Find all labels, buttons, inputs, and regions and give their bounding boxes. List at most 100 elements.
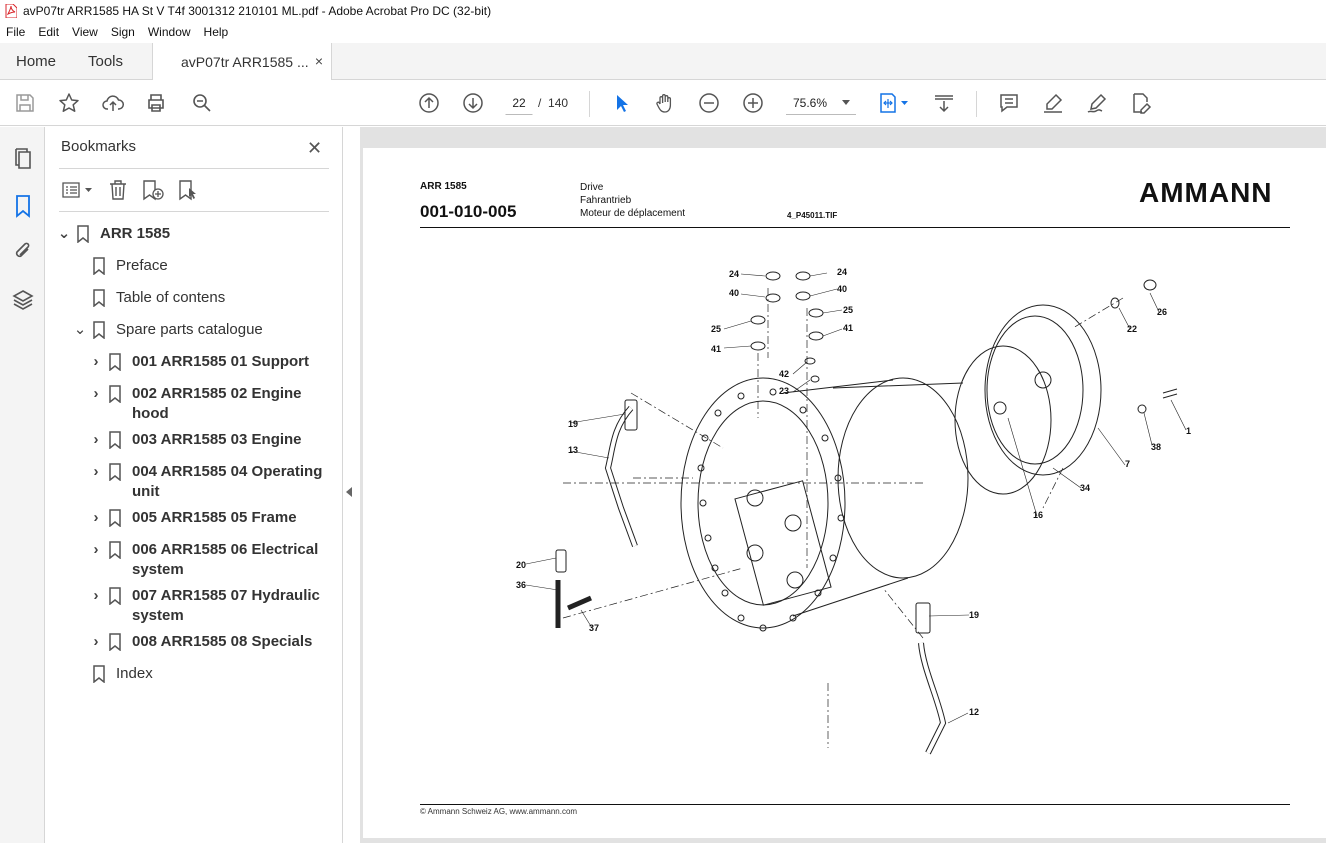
- zoom-out-icon[interactable]: [697, 91, 721, 115]
- tab-bar: Home Tools avP07tr ARR1585 ... ×: [0, 43, 1326, 80]
- options-menu-icon[interactable]: [61, 179, 95, 201]
- tab-home[interactable]: Home: [16, 53, 56, 70]
- callout-13: 13: [568, 445, 578, 455]
- bookmark-icon: [109, 463, 121, 481]
- bookmark-label: 005 ARR1585 05 Frame: [132, 509, 297, 526]
- bookmark-panel-icon[interactable]: [11, 194, 35, 218]
- next-page-icon[interactable]: [461, 91, 485, 115]
- bookmark-label: 008 ARR1585 08 Specials: [132, 633, 313, 650]
- motor-block: [734, 480, 832, 606]
- bookmark-005[interactable]: › 005 ARR1585 05 Frame: [89, 508, 332, 528]
- page-count: / 140: [538, 96, 569, 110]
- callout-24: 24: [837, 267, 847, 277]
- menu-sign[interactable]: Sign: [105, 25, 142, 39]
- chevron-right-icon[interactable]: ›: [89, 430, 103, 450]
- zoom-search-icon[interactable]: [190, 91, 214, 115]
- bookmark-001[interactable]: › 001 ARR1585 01 Support: [89, 352, 332, 372]
- menu-help[interactable]: Help: [198, 25, 236, 39]
- bookmarks-panel: Bookmarks ✕ ⌄ ARR 1585 Preface Table of …: [45, 127, 343, 843]
- layers-icon[interactable]: [11, 288, 35, 312]
- bookmark-label: 002 ARR1585 02 Engine hood: [132, 385, 302, 422]
- bookmark-index[interactable]: Index: [73, 664, 316, 684]
- bookmark-spare-parts-catalogue[interactable]: ⌄ Spare parts catalogue: [73, 320, 316, 340]
- upload-cloud-icon[interactable]: [101, 91, 125, 115]
- callout-22: 22: [1127, 324, 1137, 334]
- bookmark-003[interactable]: › 003 ARR1585 03 Engine: [89, 430, 332, 450]
- close-icon[interactable]: ✕: [307, 138, 322, 159]
- bookmark-icon: [93, 257, 105, 275]
- callout-36: 36: [516, 580, 526, 590]
- highlight-pen-icon[interactable]: [1041, 91, 1065, 115]
- previous-page-icon[interactable]: [417, 91, 441, 115]
- bookmark-search-icon[interactable]: [177, 179, 201, 201]
- chevron-right-icon[interactable]: ›: [89, 540, 103, 560]
- bookmark-icon: [77, 225, 89, 243]
- chevron-down-icon[interactable]: ⌄: [73, 320, 87, 340]
- chevron-right-icon[interactable]: ›: [89, 632, 103, 652]
- callout-25: 25: [711, 324, 721, 334]
- drive-housing: [837, 377, 969, 579]
- panel-divider: [59, 211, 329, 212]
- collapse-panel-icon[interactable]: [346, 487, 352, 497]
- menu-bar: File Edit View Sign Window Help: [0, 22, 1326, 42]
- tab-tools[interactable]: Tools: [88, 53, 123, 70]
- comment-icon[interactable]: [997, 91, 1021, 115]
- bookmark-icon: [109, 431, 121, 449]
- menu-window[interactable]: Window: [142, 25, 198, 39]
- sign-pen-icon[interactable]: [1085, 91, 1109, 115]
- chevron-down-icon[interactable]: ⌄: [57, 224, 71, 244]
- save-icon[interactable]: [13, 91, 37, 115]
- tab-document[interactable]: avP07tr ARR1585 ... ×: [152, 43, 332, 80]
- bookmark-007[interactable]: › 007 ARR1585 07 Hydraulic system: [89, 586, 332, 626]
- callout-38: 38: [1151, 442, 1161, 452]
- scroll-mode-icon[interactable]: [932, 91, 956, 115]
- bookmark-icon: [109, 633, 121, 651]
- zoom-in-icon[interactable]: [741, 91, 765, 115]
- bookmark-icon: [93, 321, 105, 339]
- close-tab-icon[interactable]: ×: [315, 53, 323, 69]
- callout-24: 24: [729, 269, 739, 279]
- callout-1: 1: [1186, 426, 1191, 436]
- fit-page-icon[interactable]: [876, 91, 912, 115]
- callout-23: 23: [779, 386, 789, 396]
- bookmark-004[interactable]: › 004 ARR1585 04 Operating unit: [89, 462, 337, 502]
- callout-37: 37: [589, 623, 599, 633]
- page-thumbnails-icon[interactable]: [11, 147, 35, 171]
- bookmark-table-of-contents[interactable]: Table of contens: [73, 288, 316, 308]
- chevron-right-icon[interactable]: ›: [89, 508, 103, 528]
- star-icon[interactable]: [57, 91, 81, 115]
- callout-19: 19: [969, 610, 979, 620]
- chevron-right-icon[interactable]: ›: [89, 384, 103, 404]
- bookmark-icon: [109, 541, 121, 559]
- select-pointer-icon[interactable]: [609, 91, 633, 115]
- attachments-icon[interactable]: [11, 240, 35, 264]
- bookmark-002[interactable]: › 002 ARR1585 02 Engine hood: [89, 384, 312, 424]
- page-number-input[interactable]: 22: [505, 91, 533, 115]
- chevron-right-icon[interactable]: ›: [89, 462, 103, 482]
- delete-trash-icon[interactable]: [107, 179, 129, 201]
- bookmark-arr1585[interactable]: ⌄ ARR 1585: [57, 224, 300, 244]
- o-ring: [954, 345, 1052, 495]
- zoom-level-select[interactable]: 75.6%: [786, 91, 856, 115]
- bookmark-preface[interactable]: Preface: [73, 256, 316, 276]
- bookmark-label: 006 ARR1585 06 Electrical system: [132, 541, 319, 578]
- menu-file[interactable]: File: [0, 25, 32, 39]
- menu-edit[interactable]: Edit: [32, 25, 66, 39]
- hand-tool-icon[interactable]: [653, 91, 677, 115]
- toolbar-divider: [976, 91, 977, 117]
- new-bookmark-icon[interactable]: [141, 179, 165, 201]
- print-icon[interactable]: [144, 91, 168, 115]
- edit-pdf-icon[interactable]: [1129, 91, 1153, 115]
- menu-view[interactable]: View: [66, 25, 105, 39]
- bookmark-006[interactable]: › 006 ARR1585 06 Electrical system: [89, 540, 332, 580]
- bookmark-label: 004 ARR1585 04 Operating unit: [132, 463, 323, 500]
- callout-16: 16: [1033, 510, 1043, 520]
- chevron-right-icon[interactable]: ›: [89, 586, 103, 606]
- title-bar: avP07tr ARR1585 HA St V T4f 3001312 2101…: [0, 0, 1326, 22]
- bookmark-008[interactable]: › 008 ARR1585 08 Specials: [89, 632, 332, 652]
- acrobat-pdf-icon: [5, 4, 17, 18]
- panel-divider: [59, 168, 329, 169]
- chevron-right-icon[interactable]: ›: [89, 352, 103, 372]
- window-title: avP07tr ARR1585 HA St V T4f 3001312 2101…: [23, 4, 492, 18]
- bookmark-label: 007 ARR1585 07 Hydraulic system: [132, 587, 320, 624]
